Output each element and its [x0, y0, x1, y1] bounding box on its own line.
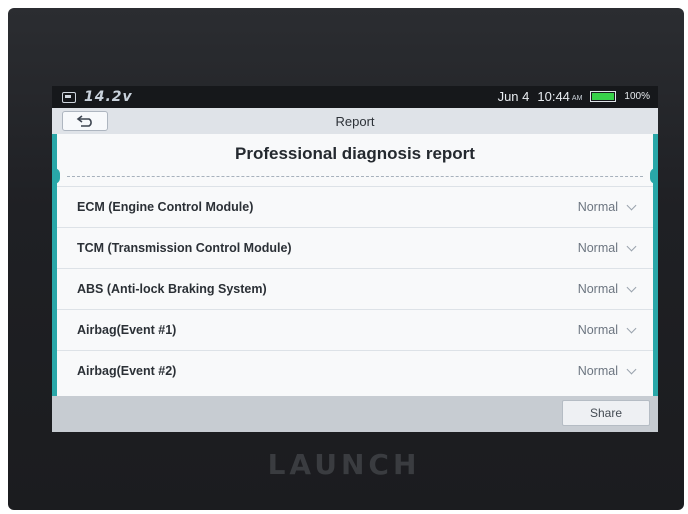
- battery-percent: 100%: [624, 91, 650, 102]
- page-title: Report: [335, 114, 375, 129]
- status-ampm: AM: [571, 95, 583, 102]
- report-heading: Professional diagnosis report: [235, 144, 475, 163]
- status-text: Normal: [577, 364, 618, 378]
- status-time: 10:44: [537, 89, 570, 104]
- chevron-down-icon: [626, 200, 637, 210]
- status-text: Normal: [577, 282, 618, 296]
- list-item-airbag-2[interactable]: Airbag(Event #2) Normal: [57, 350, 653, 391]
- share-button[interactable]: Share: [562, 400, 650, 426]
- row-status: Normal: [577, 200, 637, 214]
- row-status: Normal: [577, 241, 637, 255]
- title-bar: Report: [52, 108, 658, 135]
- row-status: Normal: [577, 323, 637, 337]
- list-item-ecm[interactable]: ECM (Engine Control Module) Normal: [57, 186, 653, 227]
- row-label: ABS (Anti-lock Braking System): [77, 282, 267, 296]
- list-item-tcm[interactable]: TCM (Transmission Control Module) Normal: [57, 227, 653, 268]
- row-label: ECM (Engine Control Module): [77, 200, 254, 214]
- row-status: Normal: [577, 282, 637, 296]
- status-bar: 14.2v Jun 4 10:44 AM 100%: [52, 86, 658, 108]
- status-text: Normal: [577, 241, 618, 255]
- row-label: Airbag(Event #2): [77, 364, 177, 378]
- battery-voltage: 14.2v: [84, 89, 133, 105]
- status-bar-right: Jun 4 10:44 AM 100%: [498, 89, 650, 104]
- device-brand-logo: LAUNCH: [267, 448, 421, 481]
- panel-notch-right: [650, 168, 658, 184]
- vci-connector-icon: [62, 91, 76, 103]
- status-text: Normal: [577, 200, 618, 214]
- list-item-airbag-1[interactable]: Airbag(Event #1) Normal: [57, 309, 653, 350]
- battery-icon: [590, 91, 617, 102]
- bottom-toolbar: Share: [52, 396, 658, 432]
- panel-notch-left: [52, 168, 60, 184]
- system-list: ECM (Engine Control Module) Normal TCM (…: [57, 186, 653, 391]
- screen: 14.2v Jun 4 10:44 AM 100% Report Profess…: [52, 86, 658, 432]
- row-label: TCM (Transmission Control Module): [77, 241, 292, 255]
- status-date: Jun 4: [497, 89, 530, 104]
- row-label: Airbag(Event #1): [77, 323, 177, 337]
- chevron-down-icon: [626, 282, 637, 292]
- status-text: Normal: [577, 323, 618, 337]
- status-bar-left: 14.2v: [62, 89, 133, 105]
- row-status: Normal: [577, 364, 637, 378]
- divider: [67, 176, 643, 177]
- chevron-down-icon: [626, 323, 637, 333]
- list-item-abs[interactable]: ABS (Anti-lock Braking System) Normal: [57, 268, 653, 309]
- chevron-down-icon: [626, 241, 637, 251]
- battery-level-fill: [592, 93, 615, 100]
- chevron-down-icon: [626, 364, 637, 374]
- report-panel: Professional diagnosis report ECM (Engin…: [52, 134, 658, 396]
